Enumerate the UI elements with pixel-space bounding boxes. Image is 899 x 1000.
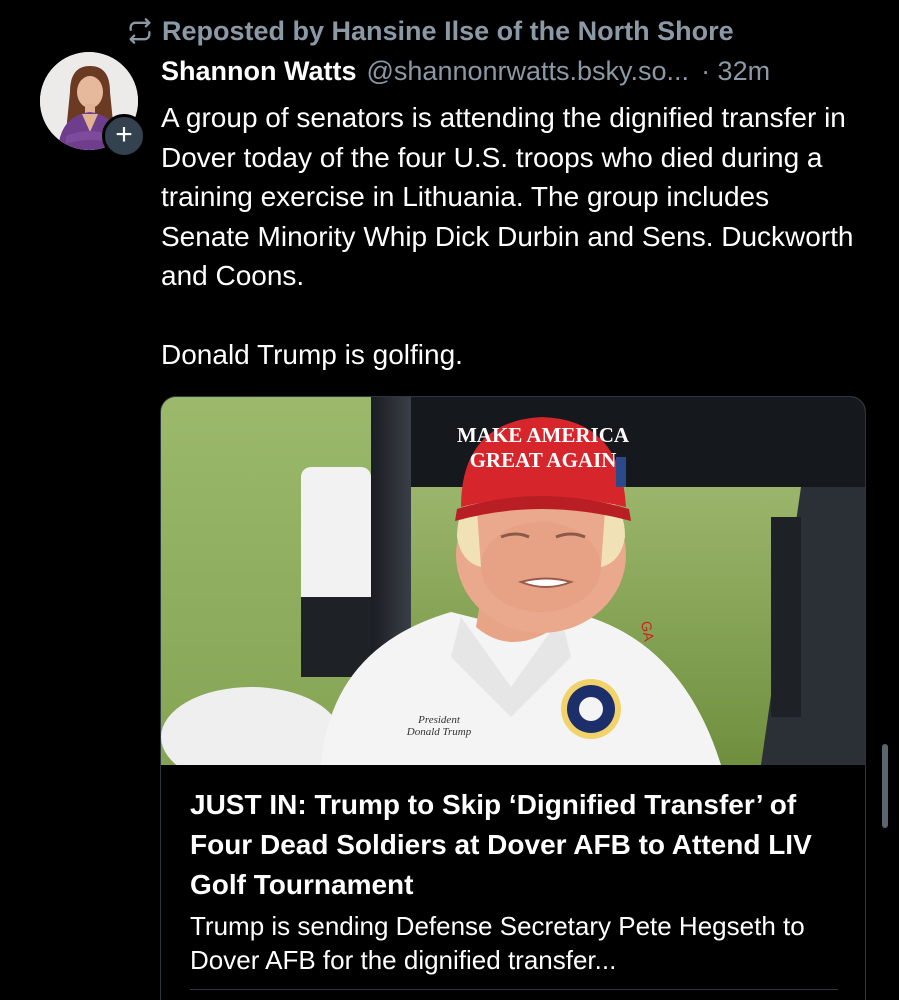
repost-indicator[interactable]: Reposted by Hansine Ilse of the North Sh… bbox=[126, 12, 734, 50]
author-name[interactable]: Shannon Watts bbox=[161, 56, 357, 87]
post-view: Reposted by Hansine Ilse of the North Sh… bbox=[0, 0, 899, 1000]
link-card-title[interactable]: JUST IN: Trump to Skip ‘Dignified Transf… bbox=[190, 785, 850, 905]
author-handle[interactable]: @shannonrwatts.bsky.so... bbox=[367, 56, 690, 87]
repost-icon bbox=[126, 17, 154, 45]
post-header: Shannon Watts @shannonrwatts.bsky.so... … bbox=[161, 56, 871, 92]
post-text: A group of senators is attending the dig… bbox=[161, 98, 861, 374]
plus-icon: + bbox=[115, 118, 133, 151]
post-paragraph: A group of senators is attending the dig… bbox=[161, 102, 854, 291]
divider bbox=[190, 989, 838, 990]
shirt-text-line-1: President bbox=[417, 714, 461, 726]
hat-text-line-1: MAKE AMERICA bbox=[457, 423, 630, 447]
link-card-description: Trump is sending Defense Secretary Pete … bbox=[190, 911, 805, 975]
post-paragraph: Donald Trump is golfing. bbox=[161, 338, 463, 370]
author-avatar-container[interactable]: + bbox=[40, 52, 146, 158]
shirt-text-line-2: Donald Trump bbox=[406, 726, 472, 738]
post-timestamp[interactable]: · 32m bbox=[701, 56, 770, 87]
repost-label: Reposted by Hansine Ilse of the North Sh… bbox=[162, 15, 734, 46]
link-preview-card[interactable]: MAKE AMERICA GREAT AGAIN President Donal… bbox=[160, 396, 866, 1000]
link-preview-image: MAKE AMERICA GREAT AGAIN President Donal… bbox=[161, 397, 865, 765]
hat-text-line-2: GREAT AGAIN bbox=[470, 448, 617, 472]
follow-button[interactable]: + bbox=[102, 114, 146, 158]
scrollbar-thumb[interactable] bbox=[882, 744, 888, 828]
